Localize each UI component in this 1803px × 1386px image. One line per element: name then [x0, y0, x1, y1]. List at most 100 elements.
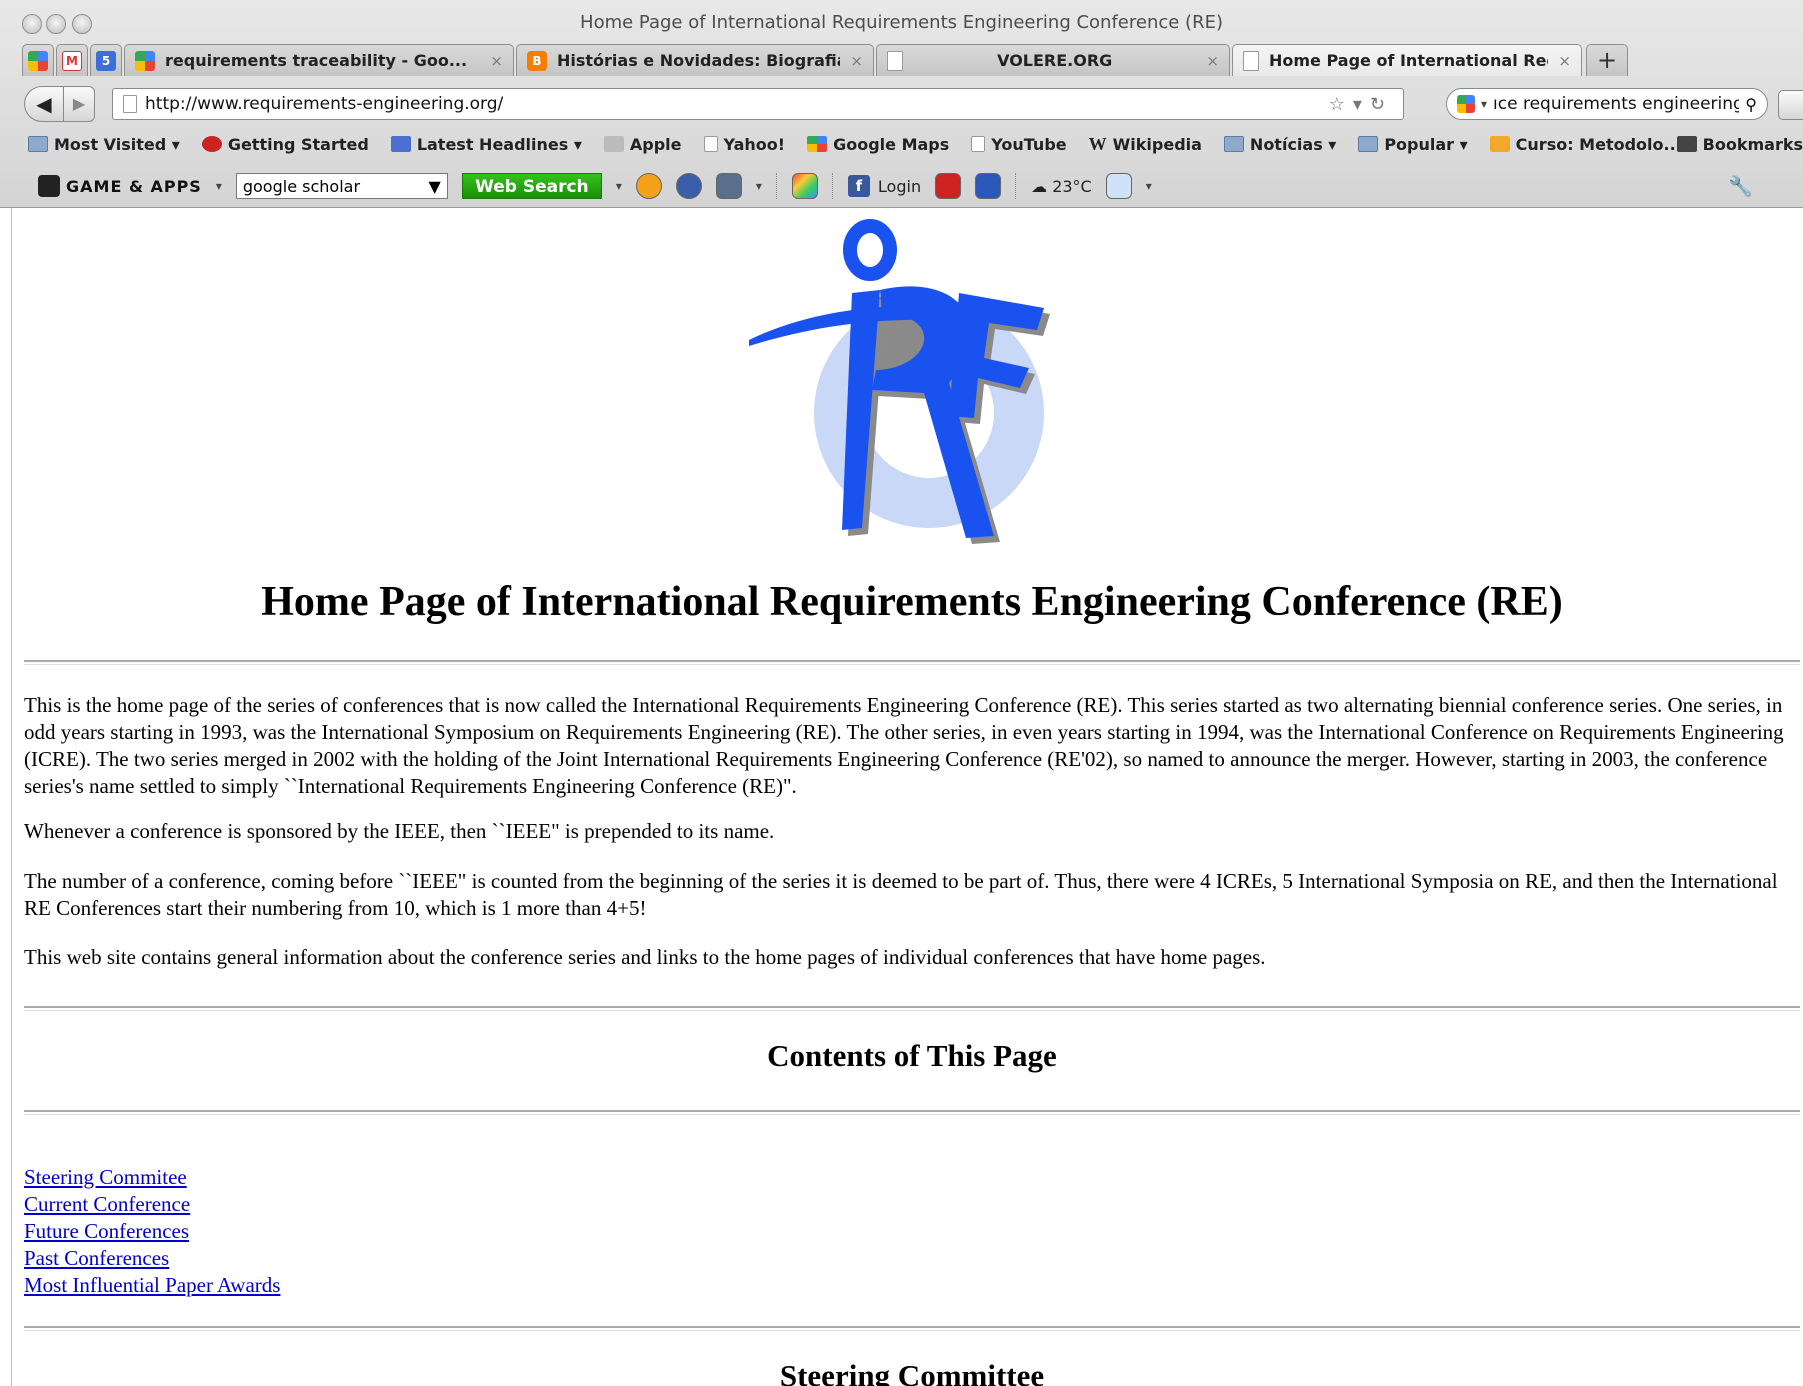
- page-icon: [123, 95, 137, 113]
- folder-icon: [28, 136, 48, 152]
- bookmark-apple[interactable]: Apple: [603, 135, 682, 154]
- back-button[interactable]: ◀: [24, 86, 64, 122]
- link-steering-committee[interactable]: Steering Commitee: [24, 1164, 280, 1191]
- cloud-icon: ☁: [1031, 176, 1053, 196]
- chevron-down-icon[interactable]: ▾: [616, 179, 622, 193]
- bookmark-noticias[interactable]: Notícias ▾: [1223, 135, 1336, 154]
- messenger-icon[interactable]: [975, 173, 1002, 199]
- tab-label: requirements traceability - Goo...: [165, 51, 468, 70]
- chevron-down-icon: ▼: [428, 176, 441, 196]
- close-tab-icon[interactable]: ×: [490, 52, 503, 70]
- bookmark-getting-started[interactable]: Getting Started: [201, 135, 369, 154]
- weather-widget[interactable]: ☁ 23°C: [1031, 177, 1092, 196]
- facebook-icon: f: [847, 175, 870, 197]
- apple-icon: [603, 136, 624, 152]
- wrench-icon[interactable]: 🔧: [1728, 174, 1753, 198]
- blogger-icon: B: [527, 50, 547, 71]
- horizontal-rule: [24, 1110, 1800, 1115]
- browser-chrome: Home Page of International Requirements …: [0, 0, 1803, 208]
- folder-icon: [1223, 136, 1244, 152]
- youtube-icon[interactable]: [935, 173, 962, 199]
- search-icon[interactable]: ⚲: [1745, 95, 1757, 114]
- horizontal-rule: [24, 1006, 1800, 1011]
- web-page: Home Page of International Requirements …: [12, 208, 1803, 1386]
- contents-heading: Contents of This Page: [767, 1038, 1057, 1073]
- search-input[interactable]: ıce requirements engineering: [1493, 94, 1739, 114]
- chevron-down-icon[interactable]: ▾: [1146, 179, 1152, 193]
- bookmark-most-visited[interactable]: Most Visited ▾: [28, 135, 180, 154]
- ieee-paragraph: Whenever a conference is sponsored by th…: [24, 819, 775, 843]
- toolbar-separator: [775, 173, 778, 199]
- addon-toolbar: GAME & APPS ▾ google scholar ▼ Web Search…: [0, 166, 1803, 206]
- rss-icon: [390, 136, 411, 152]
- calendar-icon: 5: [96, 50, 116, 71]
- page-icon: [971, 136, 986, 152]
- game-icon[interactable]: [635, 173, 662, 199]
- title-bar: Home Page of International Requirements …: [0, 0, 1803, 44]
- search-engine-select[interactable]: google scholar ▼: [235, 173, 448, 199]
- new-tab-button[interactable]: +: [1586, 44, 1628, 76]
- google-icon: [28, 50, 48, 71]
- tab-requirements-traceability[interactable]: requirements traceability - Goo... ×: [124, 44, 514, 76]
- firefox-icon: [201, 136, 222, 152]
- site-contents-paragraph: This web site contains general informati…: [24, 945, 1266, 969]
- chevron-down-icon[interactable]: ▾: [1481, 97, 1487, 111]
- mail-icon[interactable]: [1105, 173, 1132, 199]
- link-current-conference[interactable]: Current Conference: [24, 1191, 280, 1218]
- tab-historias[interactable]: B Histórias e Novidades: Biografia... ×: [516, 44, 874, 76]
- tab-requirements-engineering[interactable]: Home Page of International Req... ×: [1232, 44, 1582, 76]
- link-future-conferences[interactable]: Future Conferences: [24, 1218, 280, 1245]
- gmail-icon: M: [62, 50, 82, 71]
- close-tab-icon[interactable]: ×: [1558, 52, 1571, 70]
- link-most-influential-paper-awards[interactable]: Most Influential Paper Awards: [24, 1272, 280, 1299]
- window-left-edge: [0, 208, 12, 1386]
- horizontal-rule: [24, 1326, 1800, 1331]
- google-icon: [135, 50, 155, 71]
- pinned-tab-calendar[interactable]: 5: [90, 44, 122, 76]
- close-tab-icon[interactable]: ×: [1206, 52, 1219, 70]
- search-bar[interactable]: ▾ ıce requirements engineering ⚲: [1446, 88, 1768, 120]
- page-icon: [1243, 50, 1259, 71]
- bookmark-curso[interactable]: Curso: Metodolo...: [1489, 135, 1682, 154]
- apps-grid-icon[interactable]: [791, 173, 818, 199]
- bookmark-wikipedia[interactable]: W Wikipedia: [1089, 134, 1202, 155]
- bookmarks-menu[interactable]: Bookmarks: [1676, 135, 1803, 154]
- bookmarks-bar: Most Visited ▾ Getting Started Latest He…: [0, 130, 1803, 158]
- toolbar-separator: [831, 173, 834, 199]
- google-icon: [1457, 95, 1475, 113]
- web-search-button[interactable]: Web Search: [461, 173, 602, 199]
- google-maps-icon: [807, 136, 828, 152]
- moodle-icon: [1489, 136, 1510, 152]
- bookmark-latest-headlines[interactable]: Latest Headlines ▾: [390, 135, 582, 154]
- bookmark-youtube[interactable]: YouTube: [971, 135, 1067, 154]
- bookmarks-icon: [1676, 136, 1697, 152]
- url-bar[interactable]: http://www.requirements-engineering.org/…: [112, 88, 1404, 120]
- bookmark-google-maps[interactable]: Google Maps: [807, 135, 949, 154]
- tab-strip: M 5 requirements traceability - Goo... ×…: [18, 44, 1803, 76]
- facebook-login-button[interactable]: f Login: [847, 175, 921, 197]
- url-text[interactable]: http://www.requirements-engineering.org/: [145, 94, 1321, 114]
- folder-icon: [1358, 136, 1379, 152]
- wikipedia-icon: W: [1088, 133, 1107, 154]
- window-title: Home Page of International Requirements …: [580, 12, 1223, 33]
- navigation-bar: ◀ ▶ http://www.requirements-engineering.…: [0, 82, 1803, 126]
- bookmark-star-icon[interactable]: ☆▾↻: [1329, 94, 1403, 115]
- game-apps-icon: [38, 175, 60, 197]
- game-apps-button[interactable]: GAME & APPS: [38, 175, 202, 197]
- home-button[interactable]: [1778, 90, 1803, 120]
- mascot-icon[interactable]: [675, 173, 702, 199]
- page-title: Home Page of International Requirements …: [261, 579, 1563, 625]
- tab-volere[interactable]: VOLERE.ORG ×: [876, 44, 1230, 76]
- pinned-tab-google[interactable]: [22, 44, 54, 76]
- forward-button[interactable]: ▶: [63, 86, 95, 122]
- chevron-down-icon[interactable]: ▾: [756, 179, 762, 193]
- tab-label: Home Page of International Req...: [1269, 51, 1549, 70]
- close-tab-icon[interactable]: ×: [850, 52, 863, 70]
- chevron-down-icon[interactable]: ▾: [216, 179, 222, 193]
- screen-icon[interactable]: [715, 173, 742, 199]
- numbering-paragraph: The number of a conference, coming befor…: [24, 869, 1778, 920]
- bookmark-yahoo[interactable]: Yahoo!: [703, 135, 785, 154]
- bookmark-popular[interactable]: Popular ▾: [1358, 135, 1468, 154]
- link-past-conferences[interactable]: Past Conferences: [24, 1245, 280, 1272]
- pinned-tab-gmail[interactable]: M: [56, 44, 88, 76]
